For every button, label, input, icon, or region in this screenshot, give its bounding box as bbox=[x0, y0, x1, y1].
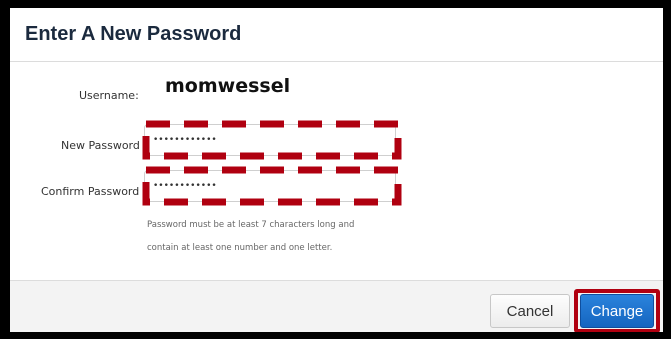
password-dialog: Enter A New Password Username: momwessel… bbox=[10, 8, 663, 332]
dialog-header: Enter A New Password bbox=[10, 8, 663, 62]
new-password-input[interactable] bbox=[144, 124, 396, 156]
change-button[interactable]: Change bbox=[580, 294, 654, 328]
new-password-label: New Password bbox=[61, 139, 140, 152]
dialog-title: Enter A New Password bbox=[25, 23, 242, 45]
username-value: momwessel bbox=[165, 75, 291, 97]
password-hint-line-2: contain at least one number and one lett… bbox=[147, 243, 333, 253]
confirm-password-label: Confirm Password bbox=[41, 185, 140, 198]
confirm-password-input[interactable] bbox=[144, 170, 396, 202]
username-label: Username: bbox=[79, 89, 139, 102]
password-hint-line-1: Password must be at least 7 characters l… bbox=[147, 220, 355, 230]
dialog-footer: Cancel Change bbox=[10, 280, 663, 332]
cancel-button[interactable]: Cancel bbox=[490, 294, 570, 328]
